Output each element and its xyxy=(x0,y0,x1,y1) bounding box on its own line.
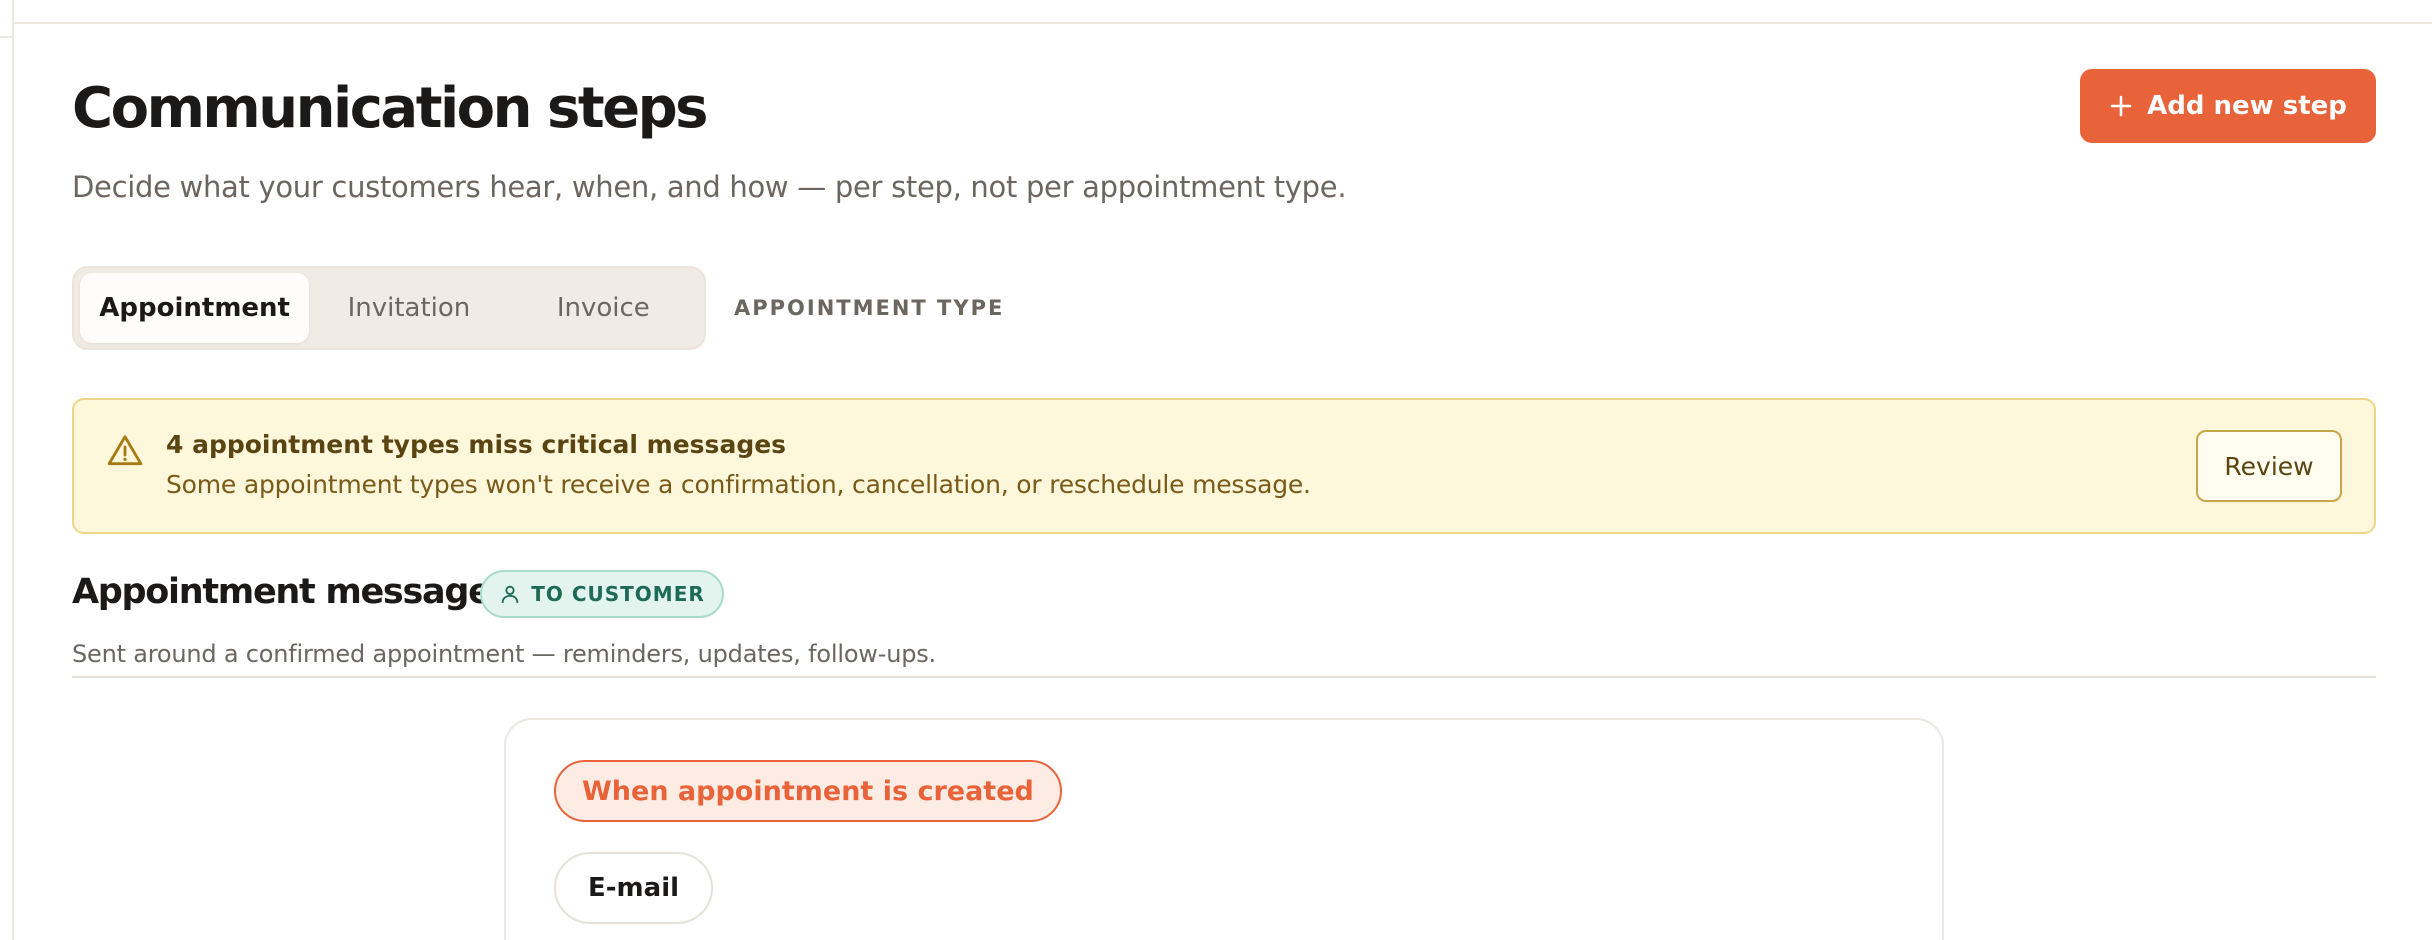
message-category-tabs: Appointment Invitation Invoice xyxy=(72,266,706,350)
tab-invitation[interactable]: Invitation xyxy=(309,273,508,343)
trigger-pill[interactable]: When appointment is created xyxy=(554,760,1062,822)
top-bar xyxy=(14,0,2432,24)
section-title: Appointment messages xyxy=(72,572,511,612)
add-new-step-button[interactable]: Add new step xyxy=(2080,69,2376,143)
plus-icon xyxy=(2110,95,2132,117)
channel-pill-email[interactable]: E-mail xyxy=(554,852,714,924)
tab-appointment[interactable]: Appointment xyxy=(80,273,310,343)
page-subtitle: Decide what your customers hear, when, a… xyxy=(72,170,1347,204)
page-title: Communication steps xyxy=(72,76,709,141)
step-card[interactable]: When appointment is created E-mail xyxy=(504,718,1944,940)
user-icon xyxy=(501,585,519,604)
add-new-step-label: Add new step xyxy=(2147,91,2347,121)
section-divider xyxy=(72,676,2376,678)
left-rail xyxy=(0,0,14,940)
alert-title: 4 appointment types miss critical messag… xyxy=(166,430,787,459)
section-description: Sent around a confirmed appointment — re… xyxy=(72,640,936,668)
tab-invoice[interactable]: Invoice xyxy=(509,273,698,343)
warning-icon xyxy=(107,435,143,466)
alert-text: Some appointment types won't receive a c… xyxy=(166,470,1311,499)
missing-messages-alert: 4 appointment types miss critical messag… xyxy=(72,398,2376,534)
badge-label: TO CUSTOMER xyxy=(531,582,705,606)
rail-divider xyxy=(0,36,14,38)
review-button[interactable]: Review xyxy=(2196,430,2342,502)
to-customer-badge: TO CUSTOMER xyxy=(480,570,724,618)
appointment-type-filter[interactable]: APPOINTMENT TYPE xyxy=(734,296,1004,320)
